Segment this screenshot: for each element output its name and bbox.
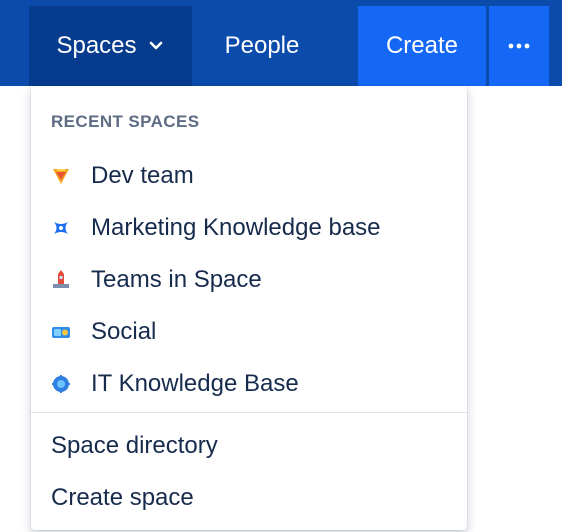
people-label: People: [224, 32, 300, 59]
spaces-label: Spaces: [56, 32, 137, 59]
space-label: Teams in Space: [91, 266, 262, 293]
spaces-dropdown-menu: RECENT SPACES Dev team Marketing Knowled…: [31, 86, 467, 530]
menu-divider: [31, 412, 467, 413]
create-space-label: Create space: [51, 484, 194, 511]
space-item-dev-team[interactable]: Dev team: [31, 150, 467, 202]
marketing-icon: [54, 222, 68, 234]
space-item-social[interactable]: Social: [31, 306, 467, 358]
space-directory-link[interactable]: Space directory: [31, 420, 467, 472]
more-icon: [508, 43, 530, 49]
spaces-menu-button[interactable]: Spaces: [29, 6, 192, 86]
teams-in-space-icon: [53, 270, 69, 288]
space-directory-label: Space directory: [51, 432, 218, 459]
dev-team-icon: [53, 169, 69, 184]
people-link[interactable]: People: [192, 6, 332, 86]
create-label: Create: [385, 32, 459, 59]
social-icon: [52, 327, 70, 338]
dropdown-footer: Space directory Create space: [31, 420, 467, 524]
it-knowledge-base-icon: [52, 375, 70, 393]
space-label: Social: [91, 318, 157, 345]
recent-spaces-heading: RECENT SPACES: [51, 112, 200, 131]
space-item-marketing-knowledge-base[interactable]: Marketing Knowledge base: [31, 202, 467, 254]
chevron-down-icon: [149, 41, 162, 50]
more-button[interactable]: [489, 6, 549, 86]
space-label: IT Knowledge Base: [91, 370, 299, 397]
create-space-link[interactable]: Create space: [31, 472, 467, 524]
space-label: Dev team: [91, 162, 194, 189]
space-label: Marketing Knowledge base: [91, 214, 381, 241]
recent-spaces-list: Dev team Marketing Knowledge base Teams …: [31, 150, 467, 410]
create-button[interactable]: Create: [358, 6, 486, 86]
space-item-teams-in-space[interactable]: Teams in Space: [31, 254, 467, 306]
space-item-it-knowledge-base[interactable]: IT Knowledge Base: [31, 358, 467, 410]
top-navigation-bar: Spaces People Create: [0, 0, 562, 86]
